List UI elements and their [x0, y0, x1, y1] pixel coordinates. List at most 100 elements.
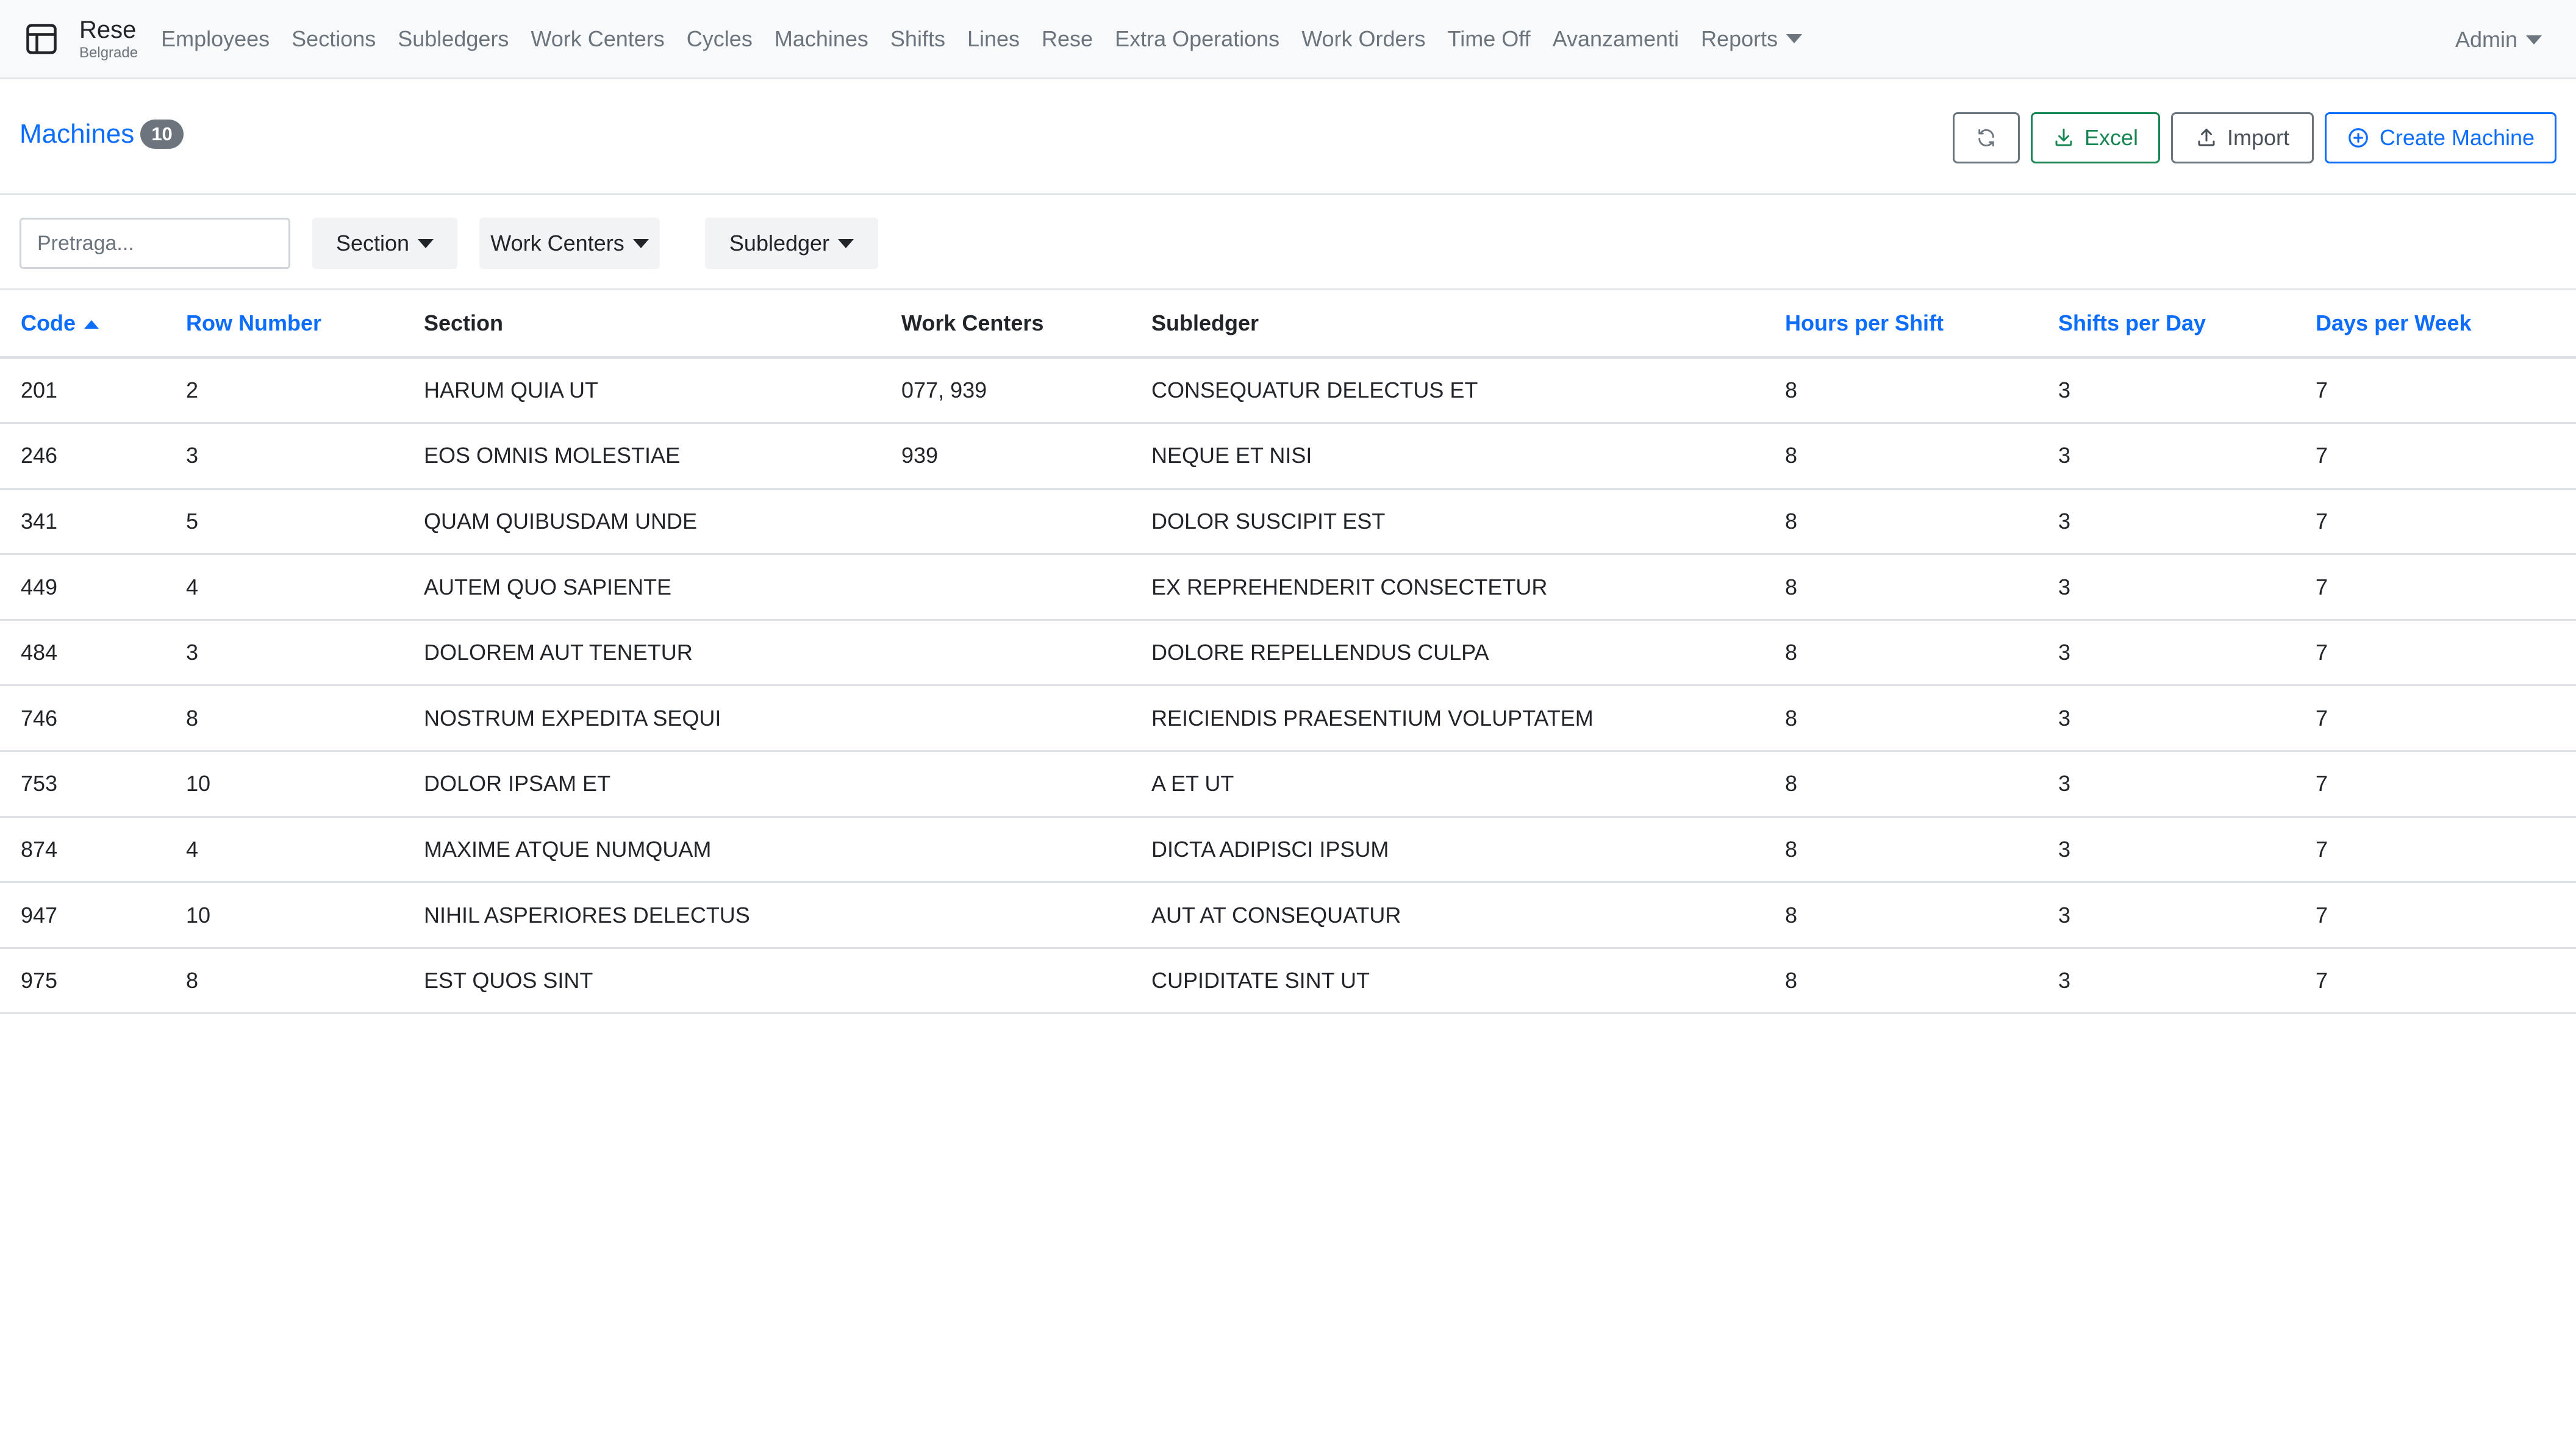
cell-work-centers	[881, 554, 1131, 621]
caret-down-icon	[418, 238, 434, 248]
cell-hours-per-shift: 8	[1764, 620, 2038, 687]
page-header: Machines 10 Excel Import Create Machine	[0, 79, 2576, 195]
cell-section: EST QUOS SINT	[403, 948, 881, 1015]
brand[interactable]: Rese Belgrade	[23, 18, 138, 60]
column-header-shifts-per-day[interactable]: Shifts per Day	[2038, 290, 2295, 359]
cell-hours-per-shift: 8	[1764, 948, 2038, 1015]
nav-extra-operations[interactable]: Extra Operations	[1115, 26, 1279, 52]
create-machine-button[interactable]: Create Machine	[2325, 112, 2556, 163]
column-header-section: Section	[403, 290, 881, 359]
cell-section: DOLOREM AUT TENETUR	[403, 620, 881, 687]
column-header-work-centers: Work Centers	[881, 290, 1131, 359]
table-row[interactable]: 975 8 EST QUOS SINT CUPIDITATE SINT UT 8…	[0, 948, 2576, 1015]
cell-code: 753	[0, 751, 165, 818]
cell-days-per-week: 7	[2295, 882, 2576, 949]
cell-hours-per-shift: 8	[1764, 685, 2038, 753]
plus-circle-icon	[2349, 128, 2368, 148]
create-machine-label: Create Machine	[2379, 125, 2535, 150]
user-menu-dropdown[interactable]: Admin	[2455, 27, 2542, 52]
cell-hours-per-shift: 8	[1764, 488, 2038, 556]
table-row[interactable]: 874 4 MAXIME ATQUE NUMQUAM DICTA ADIPISC…	[0, 817, 2576, 884]
nav-avanzamenti[interactable]: Avanzamenti	[1553, 26, 1679, 52]
caret-down-icon	[632, 238, 649, 248]
filter-bar: Section Work Centers Subledger	[0, 195, 2576, 290]
nav-sections[interactable]: Sections	[292, 26, 376, 52]
cell-code: 449	[0, 554, 165, 621]
cell-section: EOS OMNIS MOLESTIAE	[403, 423, 881, 490]
table-row[interactable]: 246 3 EOS OMNIS MOLESTIAE 939 NEQUE ET N…	[0, 423, 2576, 490]
cell-section: AUTEM QUO SAPIENTE	[403, 554, 881, 621]
cell-code: 341	[0, 488, 165, 556]
cell-days-per-week: 7	[2295, 620, 2576, 687]
cell-section: MAXIME ATQUE NUMQUAM	[403, 817, 881, 884]
top-navbar: Rese Belgrade Employees Sections Subledg…	[0, 0, 2576, 79]
section-filter-dropdown[interactable]: Section	[312, 218, 457, 269]
cell-code: 246	[0, 423, 165, 490]
column-header-days-per-week[interactable]: Days per Week	[2295, 290, 2576, 359]
cell-days-per-week: 7	[2295, 488, 2576, 556]
refresh-button[interactable]	[1953, 112, 2020, 163]
cell-shifts-per-day: 3	[2038, 882, 2295, 949]
table-row[interactable]: 484 3 DOLOREM AUT TENETUR DOLORE REPELLE…	[0, 620, 2576, 687]
table-row[interactable]: 449 4 AUTEM QUO SAPIENTE EX REPREHENDERI…	[0, 554, 2576, 621]
cell-code: 947	[0, 882, 165, 949]
nav-cycles[interactable]: Cycles	[687, 26, 753, 52]
nav-time-off[interactable]: Time Off	[1448, 26, 1531, 52]
cell-work-centers	[881, 685, 1131, 753]
column-header-subledger: Subledger	[1131, 290, 1764, 359]
cell-section: DOLOR IPSAM ET	[403, 751, 881, 818]
cell-section: NIHIL ASPERIORES DELECTUS	[403, 882, 881, 949]
column-header-hours-per-shift[interactable]: Hours per Shift	[1764, 290, 2038, 359]
cell-work-centers	[881, 488, 1131, 556]
cell-shifts-per-day: 3	[2038, 948, 2295, 1015]
cell-days-per-week: 7	[2295, 423, 2576, 490]
nav-lines[interactable]: Lines	[967, 26, 1020, 52]
nav-rese[interactable]: Rese	[1042, 26, 1093, 52]
user-name: Admin	[2455, 27, 2517, 52]
column-header-row-number[interactable]: Row Number	[165, 290, 403, 359]
cell-row-number: 5	[165, 488, 403, 556]
search-input[interactable]	[20, 218, 290, 269]
cell-subledger: NEQUE ET NISI	[1131, 423, 1764, 490]
caret-down-icon	[1786, 34, 1803, 43]
cell-subledger: EX REPREHENDERIT CONSECTETUR	[1131, 554, 1764, 621]
nav-machines[interactable]: Machines	[775, 26, 868, 52]
cell-shifts-per-day: 3	[2038, 685, 2295, 753]
work-centers-filter-label: Work Centers	[490, 231, 624, 256]
cell-days-per-week: 7	[2295, 357, 2576, 424]
cell-subledger: CONSEQUATUR DELECTUS ET	[1131, 357, 1764, 424]
import-button[interactable]: Import	[2171, 112, 2314, 163]
cell-section: QUAM QUIBUSDAM UNDE	[403, 488, 881, 556]
nav-work-orders[interactable]: Work Orders	[1301, 26, 1425, 52]
machines-table: Code Row Number Section Work Centers Sub…	[0, 290, 2576, 1015]
nav-reports-dropdown[interactable]: Reports	[1701, 26, 1803, 52]
cell-days-per-week: 7	[2295, 554, 2576, 621]
table-icon	[26, 23, 57, 54]
nav-reports-label: Reports	[1701, 26, 1778, 51]
brand-name: Rese	[79, 16, 137, 43]
count-badge: 10	[140, 120, 184, 149]
cell-subledger: REICIENDIS PRAESENTIUM VOLUPTATEM	[1131, 685, 1764, 753]
table-header-row: Code Row Number Section Work Centers Sub…	[0, 290, 2576, 359]
brand-location: Belgrade	[79, 44, 138, 61]
nav-employees[interactable]: Employees	[161, 26, 270, 52]
nav-shifts[interactable]: Shifts	[890, 26, 945, 52]
table-row[interactable]: 201 2 HARUM QUIA UT 077, 939 CONSEQUATUR…	[0, 357, 2576, 424]
cell-section: HARUM QUIA UT	[403, 357, 881, 424]
table-row[interactable]: 746 8 NOSTRUM EXPEDITA SEQUI REICIENDIS …	[0, 685, 2576, 753]
nav-work-centers[interactable]: Work Centers	[531, 26, 664, 52]
cell-code: 484	[0, 620, 165, 687]
table-row[interactable]: 947 10 NIHIL ASPERIORES DELECTUS AUT AT …	[0, 882, 2576, 949]
table-row[interactable]: 341 5 QUAM QUIBUSDAM UNDE DOLOR SUSCIPIT…	[0, 488, 2576, 556]
cell-row-number: 3	[165, 423, 403, 490]
excel-export-button[interactable]: Excel	[2031, 112, 2160, 163]
work-centers-filter-dropdown[interactable]: Work Centers	[479, 218, 660, 269]
cell-row-number: 10	[165, 751, 403, 818]
page-title[interactable]: Machines	[20, 119, 134, 149]
column-header-code[interactable]: Code	[0, 290, 165, 359]
nav-subledgers[interactable]: Subledgers	[398, 26, 509, 52]
table-row[interactable]: 753 10 DOLOR IPSAM ET A ET UT 8 3 7	[0, 751, 2576, 818]
cell-shifts-per-day: 3	[2038, 751, 2295, 818]
cell-subledger: CUPIDITATE SINT UT	[1131, 948, 1764, 1015]
subledger-filter-dropdown[interactable]: Subledger	[705, 218, 878, 269]
